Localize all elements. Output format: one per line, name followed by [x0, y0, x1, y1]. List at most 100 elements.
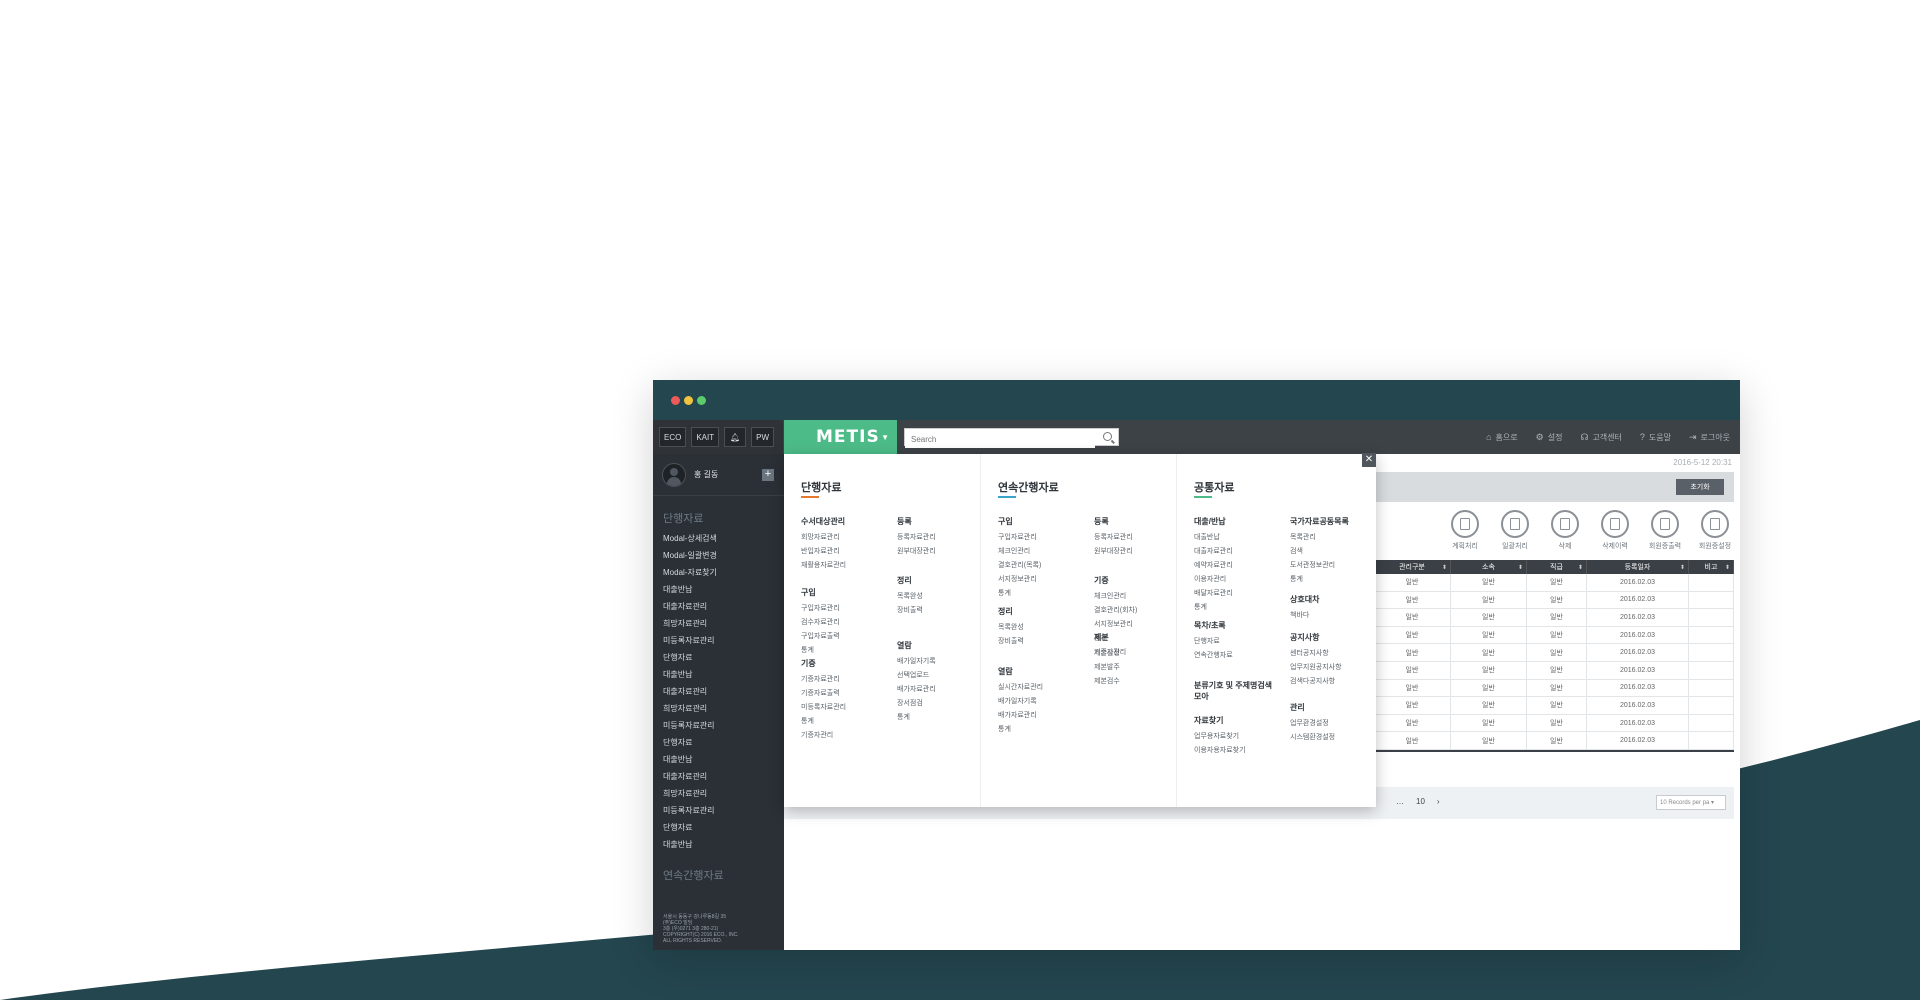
mega-menu-link[interactable]: 장비출력 [998, 635, 1078, 649]
search-icon[interactable] [1103, 432, 1112, 441]
mega-menu-link[interactable]: 실시간자료관리 [998, 681, 1078, 695]
mega-menu-group-title[interactable]: 기증 [801, 658, 881, 669]
column-header[interactable]: 소속 [1451, 560, 1527, 574]
table-row[interactable]: 일반 일반 일반 2016.02.03 [1374, 644, 1734, 662]
mega-menu-link[interactable]: 결호관리(목록) [998, 559, 1078, 573]
mega-menu-link[interactable]: 업무환경설정 [1290, 717, 1370, 731]
nav-support[interactable]: ☊ 고객센터 [1580, 432, 1621, 443]
sidebar-item[interactable]: 희망자료관리 [653, 700, 784, 717]
mega-menu-link[interactable]: 연속간행자료 [1194, 649, 1274, 663]
sidebar-item[interactable]: 단행자료 [653, 734, 784, 751]
window-close-button[interactable] [671, 396, 680, 405]
nav-home[interactable]: ⌂ 홈으로 [1486, 432, 1518, 443]
sidebar-item[interactable]: 대출자료관리 [653, 598, 784, 615]
sidebar-item[interactable]: Modal-일괄변경 [653, 547, 784, 564]
mega-menu-link[interactable]: 배가자료관리 [897, 683, 977, 697]
mega-menu-group-title[interactable]: 목차/초록 [1194, 620, 1274, 631]
sidebar-item[interactable]: 미등록자료관리 [653, 717, 784, 734]
mega-menu-link[interactable]: 통계 [1194, 601, 1274, 615]
sidebar-section-title[interactable]: 연속간행자료 [653, 853, 784, 887]
sidebar-item[interactable]: Modal-상세검색 [653, 530, 784, 547]
plus-icon[interactable]: + [762, 469, 774, 481]
action-button[interactable]: 삭제 [1546, 510, 1584, 551]
quick-button-kait[interactable]: KAIT [691, 427, 720, 447]
chevron-down-icon[interactable]: ▼ [881, 433, 889, 442]
sidebar-item[interactable]: 대출반납 [653, 836, 784, 853]
mega-menu-group-title[interactable]: 분류기호 및 주제명검색모아 [1194, 680, 1274, 702]
mega-menu-group-title[interactable]: 등록 [897, 516, 977, 527]
table-row[interactable]: 일반 일반 일반 2016.02.03 [1374, 714, 1734, 733]
mega-menu-group-title[interactable]: 열람 [998, 666, 1078, 677]
sidebar-item[interactable]: Modal-자료찾기 [653, 564, 784, 581]
window-maximize-button[interactable] [697, 396, 706, 405]
sidebar-section-title[interactable]: 단행자료 [653, 496, 784, 530]
mega-menu-group-title[interactable]: 공지사항 [1290, 632, 1370, 643]
sidebar-item[interactable]: 대출반납 [653, 666, 784, 683]
mega-menu-group-title[interactable]: 관리 [1290, 702, 1370, 713]
mega-menu-link[interactable]: 검색 [1290, 545, 1370, 559]
nav-settings[interactable]: ⚙ 설정 [1536, 432, 1563, 443]
mega-menu-link[interactable]: 기증자료관리 [801, 673, 881, 687]
bell-icon[interactable]: 🔔︎ [724, 427, 747, 447]
mega-menu-link[interactable]: 예약자료관리 [1194, 559, 1274, 573]
window-minimize-button[interactable] [684, 396, 693, 405]
mega-menu-link[interactable]: 선택업로드 [897, 669, 977, 683]
mega-menu-link[interactable]: 배가일자기록 [897, 655, 977, 669]
mega-menu-link[interactable]: 원부대장관리 [897, 545, 977, 559]
mega-menu-group-title[interactable]: 상호대차 [1290, 594, 1370, 605]
mega-menu-link[interactable]: 단행자료 [1194, 635, 1274, 649]
mega-menu-group-title[interactable]: 정리 [998, 606, 1078, 617]
column-header[interactable]: 직급 [1527, 560, 1587, 574]
mega-menu-link[interactable]: 배가일자기록 [998, 695, 1078, 709]
mega-menu-link[interactable]: 서지정보관리 [1094, 618, 1174, 632]
mega-menu-group-title[interactable]: 정리 [897, 575, 977, 586]
mega-menu-link[interactable]: 검색다공지사항 [1290, 675, 1370, 689]
quick-button-pw[interactable]: PW [751, 427, 775, 447]
mega-menu-group-title[interactable]: 열람 [897, 640, 977, 651]
mega-menu-link[interactable]: 시스템환경설정 [1290, 731, 1370, 745]
mega-menu-link[interactable]: 재활용자료관리 [801, 559, 881, 573]
mega-menu-link[interactable]: 목록관리 [1290, 531, 1370, 545]
mega-menu-group-title[interactable]: 제본 [1094, 632, 1174, 643]
mega-menu-group-title[interactable]: 등록 [1094, 516, 1174, 527]
action-button[interactable]: 삭제이력 [1596, 510, 1634, 551]
mega-menu-group-title[interactable]: 수서대상관리 [801, 516, 881, 527]
table-row[interactable]: 일반 일반 일반 2016.02.03 [1374, 609, 1734, 627]
mega-menu-link[interactable]: 통계 [801, 715, 881, 729]
mega-menu-link[interactable]: 목록완성 [897, 590, 977, 604]
mega-menu-link[interactable]: 배달자료관리 [1194, 587, 1274, 601]
sidebar-item[interactable]: 대출자료관리 [653, 768, 784, 785]
records-per-page-select[interactable]: 10 Records per pa ▾ [1656, 795, 1726, 810]
sidebar-item[interactable]: 미등록자료관리 [653, 802, 784, 819]
mega-menu-group-title[interactable]: 구입 [801, 587, 881, 598]
mega-menu-group-title[interactable]: 국가자료공동목록 [1290, 516, 1370, 527]
mega-menu-link[interactable]: 장비출력 [897, 604, 977, 618]
mega-menu-link[interactable]: 업무지원공지사항 [1290, 661, 1370, 675]
reset-button[interactable]: 초기화 [1676, 479, 1724, 495]
mega-menu-column-title[interactable]: 공통자료 [1194, 479, 1234, 495]
action-button[interactable]: 회원증출력 [1646, 510, 1684, 551]
mega-menu-link[interactable]: 통계 [998, 587, 1078, 601]
mega-menu-link[interactable]: 구입자료관리 [801, 602, 881, 616]
sidebar-item[interactable]: 단행자료 [653, 819, 784, 836]
action-button[interactable]: 계획처리 [1446, 510, 1484, 551]
avatar[interactable] [662, 462, 686, 487]
mega-menu-link[interactable]: 기증자료출력 [801, 687, 881, 701]
mega-menu-link[interactable]: 구입자료관리 [998, 531, 1078, 545]
action-button[interactable]: 회원증설정 [1696, 510, 1734, 551]
mega-menu-link[interactable]: 배가자료관리 [998, 709, 1078, 723]
mega-menu-group-title[interactable]: 대출/반납 [1194, 516, 1274, 527]
mega-menu-link[interactable]: 미등록자료관리 [801, 701, 881, 715]
mega-menu-link[interactable]: 통계 [801, 644, 881, 658]
sidebar-item[interactable]: 미등록자료관리 [653, 632, 784, 649]
mega-menu-link[interactable]: 대출자료관리 [1194, 545, 1274, 559]
mega-menu-link[interactable]: 제본발주 [1094, 661, 1174, 675]
mega-menu-link[interactable]: 이용자관리 [1194, 573, 1274, 587]
mega-menu-link[interactable]: 도서관정보관리 [1290, 559, 1370, 573]
mega-menu-column-title[interactable]: 연속간행자료 [998, 479, 1059, 495]
mega-menu-link[interactable]: 원부대장관리 [1094, 545, 1174, 559]
sidebar-item[interactable]: 대출자료관리 [653, 683, 784, 700]
mega-menu-link[interactable]: 통계 [897, 711, 977, 725]
table-row[interactable]: 일반 일반 일반 2016.02.03 [1374, 591, 1734, 610]
column-header[interactable]: 등록일자 [1587, 560, 1689, 574]
